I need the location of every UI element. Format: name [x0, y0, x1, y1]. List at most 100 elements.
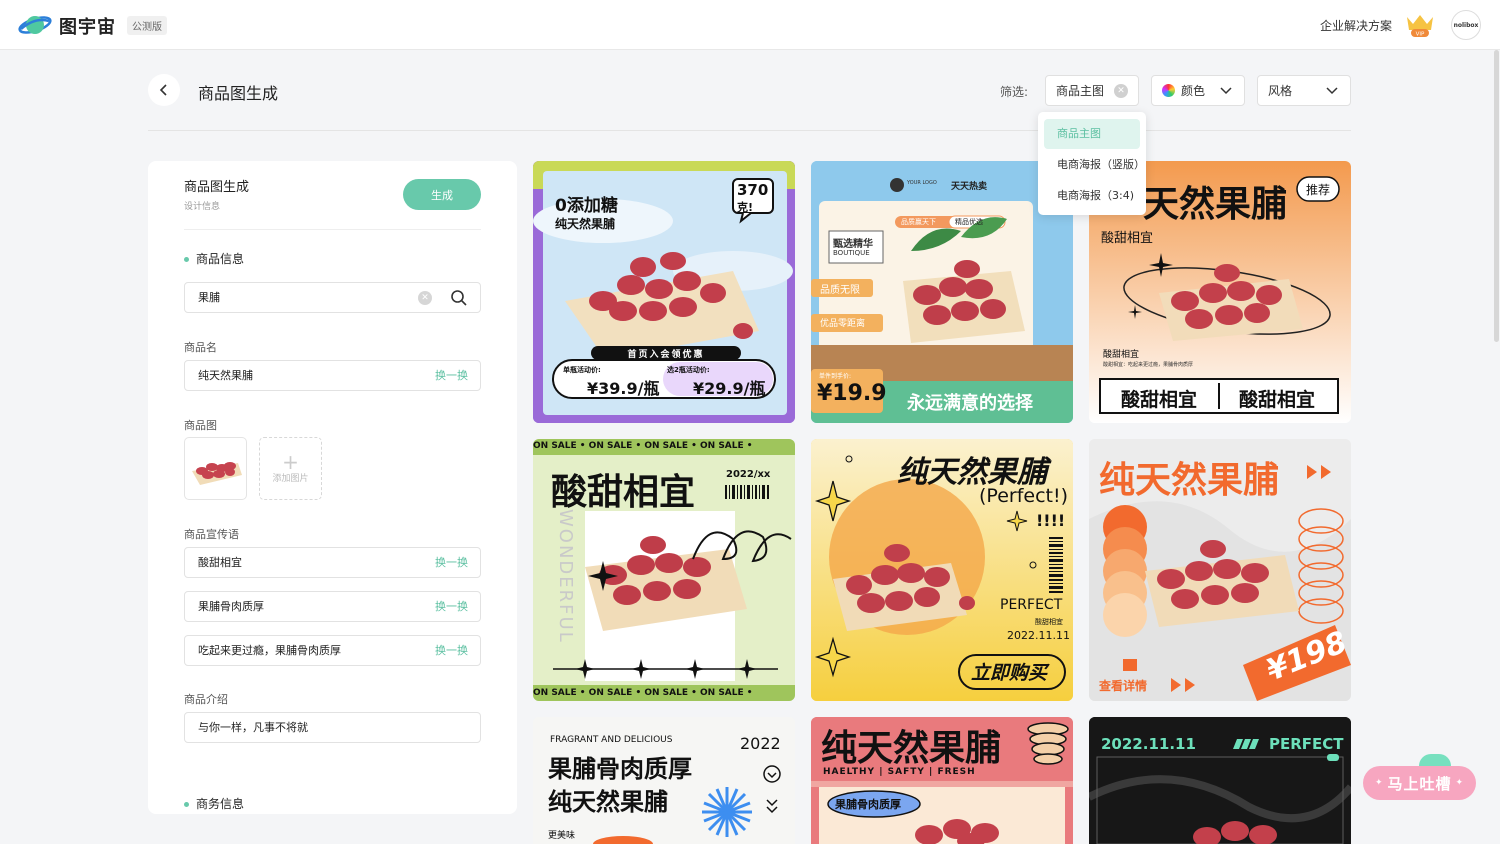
card-6-title: 纯天然果脯: [1099, 460, 1280, 501]
slogan-value: 酸甜相宜: [198, 556, 242, 569]
swap-button[interactable]: 换一换: [435, 636, 468, 665]
design-info-panel: 商品图生成 设计信息 生成 商品信息 果脯 ✕ 商品名 纯天然果脯 换一换 商品…: [148, 161, 517, 814]
card-1-bubble-unit: 克!: [737, 201, 754, 214]
card-4-title: 酸甜相宜: [551, 472, 696, 513]
card-3-small-title: 酸甜相宜: [1103, 350, 1140, 360]
search-value: 果脯: [198, 291, 220, 304]
planet-logo-icon[interactable]: [18, 12, 52, 38]
swap-button[interactable]: 换一换: [435, 592, 468, 621]
card-9-perfect: PERFECT: [1269, 735, 1344, 753]
product-image-thumbnail[interactable]: [184, 437, 247, 500]
slogan-value: 吃起来更过瘾，果脯骨肉质厚: [198, 644, 341, 657]
card-3-small-desc: 酸甜相宜：吃起来更过瘾，果脯骨肉质厚: [1103, 362, 1194, 368]
enterprise-solutions-link[interactable]: 企业解决方案: [1320, 17, 1392, 34]
card-8-tags: HAELTHY | SAFTY | FRESH: [823, 767, 976, 777]
feedback-widget[interactable]: ✦ 马上吐槽 ✦: [1363, 754, 1476, 800]
card-7-footer: 更美味: [548, 831, 576, 841]
card-1-price-1: ¥39.9/瓶: [587, 379, 660, 398]
slogan-field-2[interactable]: 果脯骨肉质厚 换一换: [184, 591, 481, 622]
slogan-label: 商品宣传语: [184, 528, 239, 541]
plus-icon: +: [282, 450, 299, 474]
card-1-price-label-1: 单瓶活动价:: [563, 366, 601, 374]
product-image-label: 商品图: [184, 419, 217, 432]
card-3-title: 天然果脯: [1143, 184, 1288, 225]
filter-type-dropdown: 商品主图 电商海报（竖版） 电商海报（3:4): [1038, 112, 1146, 215]
back-button[interactable]: [148, 74, 180, 106]
card-2-tag-2: 精品优选: [955, 218, 983, 226]
card-2-tag-1: 品质赢天下: [901, 218, 936, 226]
search-icon[interactable]: [450, 289, 468, 307]
product-search-input[interactable]: 果脯 ✕: [184, 282, 481, 313]
feedback-label: 马上吐槽: [1387, 774, 1452, 793]
result-card-6[interactable]: 纯天然果脯 ¥198 查看详情: [1089, 439, 1351, 701]
filter-style-select[interactable]: 风格: [1257, 75, 1351, 106]
card-4-marquee-bottom: ON SALE • ON SALE • ON SALE • ON SALE •: [533, 688, 753, 698]
dropdown-option-poster-vertical[interactable]: 电商海报（竖版）: [1044, 150, 1145, 180]
result-card-2[interactable]: YOUR LOGO 天天热卖 品质赢天下 精品优选 甄选精华 BOUTIQUE …: [811, 161, 1073, 423]
add-image-label: 添加图片: [272, 474, 309, 484]
card-7-line-2: 纯天然果脯: [548, 788, 668, 816]
section-product-info: 商品信息: [184, 250, 244, 267]
card-5-exclaim: !!!!: [1036, 511, 1066, 530]
beta-badge: 公测版: [127, 16, 167, 35]
filter-label: 筛选:: [1000, 85, 1029, 99]
user-avatar[interactable]: nolibox: [1451, 10, 1481, 40]
product-name-field[interactable]: 纯天然果脯 换一换: [184, 360, 481, 391]
generate-button[interactable]: 生成: [403, 179, 481, 210]
filter-type-value: 商品主图: [1056, 84, 1105, 98]
logo-text[interactable]: 图宇宙: [59, 13, 116, 39]
card-5-date: 2022.11.11: [1007, 629, 1070, 642]
result-card-8[interactable]: 纯天然果脯 HAELTHY | SAFTY | FRESH 果脯骨肉质厚: [811, 717, 1073, 844]
card-6-details-link: 查看详情: [1099, 679, 1148, 693]
chevron-left-icon: [159, 84, 167, 96]
add-image-button[interactable]: + 添加图片: [259, 437, 322, 500]
dropdown-option-poster-3-4[interactable]: 电商海报（3:4): [1044, 181, 1140, 211]
intro-label: 商品介绍: [184, 693, 228, 706]
vip-label: VIP: [1416, 32, 1425, 38]
clear-icon[interactable]: ✕: [1114, 84, 1128, 98]
card-1-title: 0添加糖: [555, 196, 618, 216]
card-8-title: 纯天然果脯: [821, 728, 1002, 769]
dropdown-option-main-image[interactable]: 商品主图: [1044, 119, 1140, 149]
card-7-en: FRAGRANT AND DELICIOUS: [550, 735, 673, 745]
card-2-slogan: 永远满意的选择: [907, 393, 1033, 414]
card-3-tag: 推荐: [1306, 183, 1331, 197]
card-2-boutique: 甄选精华: [833, 239, 873, 250]
slogan-field-3[interactable]: 吃起来更过瘾，果脯骨肉质厚 换一换: [184, 635, 481, 666]
result-card-7[interactable]: FRAGRANT AND DELICIOUS 2022 果脯骨肉质厚 纯天然果脯…: [533, 717, 795, 844]
card-8-label: 果脯骨肉质厚: [835, 798, 901, 811]
swap-button[interactable]: 换一换: [435, 548, 468, 577]
product-name-value: 纯天然果脯: [198, 369, 253, 382]
filter-type-select[interactable]: 商品主图 ✕: [1045, 75, 1139, 106]
card-4-date: 2022/xx: [726, 469, 771, 480]
card-2-price: ¥19.9: [817, 381, 887, 406]
card-1-price-label-2: 选2瓶活动价:: [667, 366, 710, 374]
page-scrollbar[interactable]: [1494, 50, 1499, 342]
page-title: 商品图生成: [198, 84, 279, 103]
sparkle-icon: ✦: [1455, 778, 1465, 788]
result-card-4[interactable]: ON SALE • ON SALE • ON SALE • ON SALE • …: [533, 439, 795, 701]
color-wheel-icon: [1162, 84, 1175, 97]
result-card-1[interactable]: 0添加糖 纯天然果脯 370 克! 首页入会领优惠 单瓶活动价: ¥39.9/瓶…: [533, 161, 795, 423]
feedback-button[interactable]: ✦ 马上吐槽 ✦: [1363, 766, 1476, 800]
swap-button[interactable]: 换一换: [435, 361, 468, 390]
filter-color-select[interactable]: 颜色: [1151, 75, 1245, 106]
intro-field[interactable]: 与你一样，凡事不将就: [184, 712, 481, 743]
panel-subtitle: 设计信息: [184, 202, 221, 212]
clear-search-icon[interactable]: ✕: [418, 291, 432, 305]
card-2-price-label: 单件到手价:: [819, 373, 852, 380]
card-9-date: 2022.11.11: [1101, 735, 1196, 753]
card-1-price-2: ¥29.9/瓶: [693, 379, 766, 398]
result-card-5[interactable]: 纯天然果脯 (Perfect!) !!!! PERFECT 酸甜相宜 2022.…: [811, 439, 1073, 701]
toolbar-divider: [148, 130, 1351, 131]
card-2-feature-2: 优品零距离: [820, 319, 866, 329]
vip-crown-icon[interactable]: VIP: [1404, 12, 1436, 38]
chevron-down-icon: [1220, 87, 1232, 95]
chevron-down-icon: [1326, 87, 1338, 95]
slogan-field-1[interactable]: 酸甜相宜 换一换: [184, 547, 481, 578]
result-card-9[interactable]: 2022.11.11 PERFECT: [1089, 717, 1351, 844]
card-5-small: 酸甜相宜: [1035, 618, 1063, 626]
intro-value: 与你一样，凡事不将就: [198, 721, 308, 734]
filter-style-label: 风格: [1268, 84, 1293, 98]
card-1-subtitle: 纯天然果脯: [555, 217, 616, 231]
